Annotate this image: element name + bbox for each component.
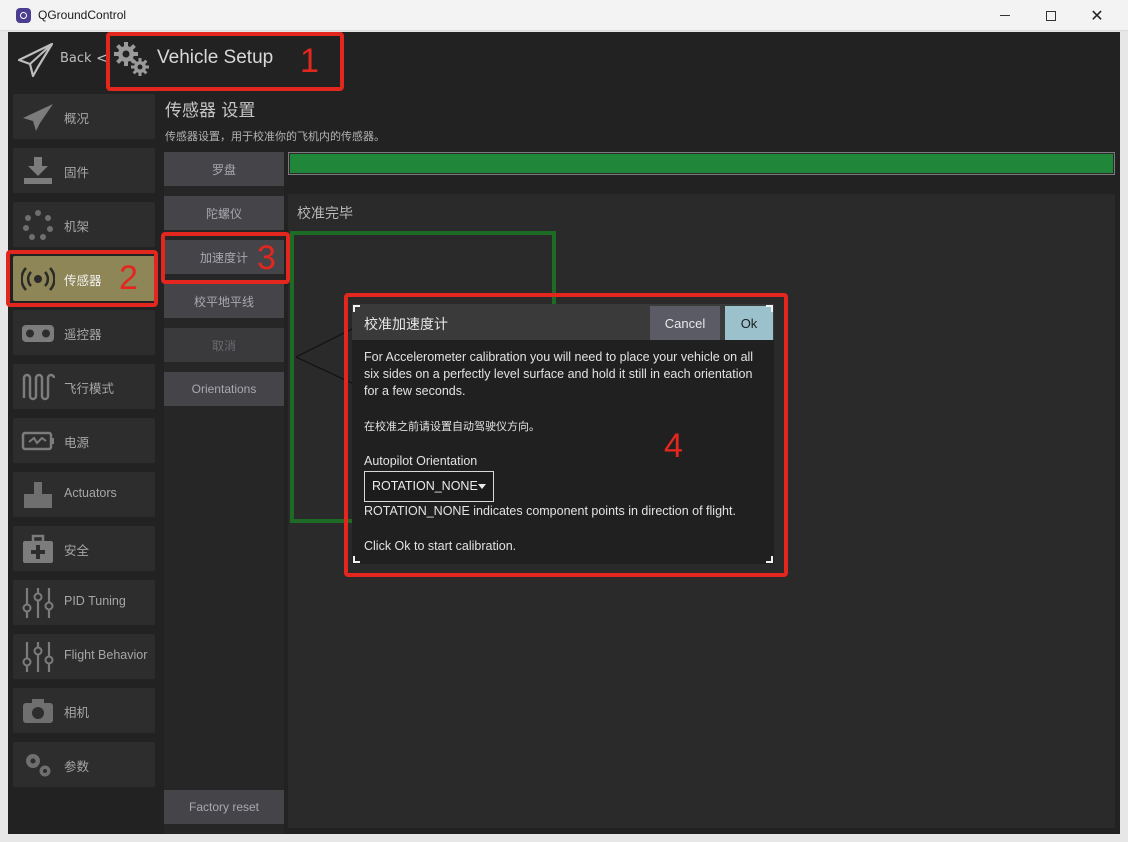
annotation-label-2: 2 xyxy=(119,259,138,297)
minimize-button[interactable] xyxy=(982,0,1028,31)
orientations-button[interactable]: Orientations xyxy=(164,372,284,406)
sidebar-item-label: 固件 xyxy=(64,166,90,180)
sidebar-item-label: 参数 xyxy=(64,760,90,774)
annotation-label-4: 4 xyxy=(664,427,683,465)
sidebar-item-firmware[interactable]: 固件 xyxy=(13,148,155,193)
sliders-icon xyxy=(22,588,54,618)
window-title: QGroundControl xyxy=(38,8,127,22)
sidebar-item-label: 安全 xyxy=(64,544,90,558)
radio-icon xyxy=(22,325,54,342)
sidebar-item-label: Flight Behavior xyxy=(64,648,148,662)
sidebar-item-label: PID Tuning xyxy=(64,594,126,608)
setup-sidebar: 概况 固件 机架 传感器 遥控器 飞行模式 电源 Actuators 安全 PI… xyxy=(8,90,160,834)
gears-icon xyxy=(26,754,51,777)
close-icon: ✕ xyxy=(1090,5,1104,25)
sidebar-item-power[interactable]: 电源 xyxy=(13,418,155,463)
sidebar-item-actuators[interactable]: Actuators xyxy=(13,472,155,517)
factory-reset-button[interactable]: Factory reset xyxy=(164,790,284,824)
page-title: 传感器 设置 xyxy=(165,101,256,121)
paper-plane-icon[interactable] xyxy=(16,40,56,80)
level-horizon-button[interactable]: 校平地平线 xyxy=(164,284,284,318)
gyroscope-button[interactable]: 陀螺仪 xyxy=(164,196,284,230)
plane-icon xyxy=(23,104,53,131)
back-button[interactable]: Back xyxy=(60,51,92,66)
sidebar-item-label: 电源 xyxy=(64,436,90,450)
sidebar-item-airframe[interactable]: 机架 xyxy=(13,202,155,247)
sidebar-item-label: Actuators xyxy=(64,486,117,500)
airframe-icon xyxy=(23,210,53,240)
annotation-box-4 xyxy=(344,293,788,577)
download-icon xyxy=(24,157,52,184)
sidebar-item-label: 概况 xyxy=(64,112,90,126)
sidebar-item-label: 机架 xyxy=(64,220,90,234)
sliders-icon xyxy=(22,642,54,672)
minimize-icon xyxy=(1000,15,1010,16)
sidebar-item-label: 遥控器 xyxy=(64,328,102,342)
sidebar-item-summary[interactable]: 概况 xyxy=(13,94,155,139)
app-logo-icon xyxy=(16,8,31,23)
page-subtitle: 传感器设置，用于校准你的飞机内的传感器。 xyxy=(165,130,385,143)
sidebar-item-label: 飞行模式 xyxy=(64,382,115,396)
actuators-icon xyxy=(24,482,52,508)
calibration-progress-bar xyxy=(288,152,1115,175)
safety-icon xyxy=(23,534,53,563)
annotation-label-1: 1 xyxy=(300,42,319,80)
annotation-label-3: 3 xyxy=(257,239,276,277)
compass-button[interactable]: 罗盘 xyxy=(164,152,284,186)
flight-modes-icon xyxy=(22,373,55,401)
calibration-status: 校准完毕 xyxy=(297,206,353,222)
sidebar-item-safety[interactable]: 安全 xyxy=(13,526,155,571)
sidebar-item-flight-modes[interactable]: 飞行模式 xyxy=(13,364,155,409)
maximize-icon xyxy=(1046,10,1056,21)
camera-icon xyxy=(23,699,53,723)
calibration-progress-fill xyxy=(290,154,1113,173)
sidebar-item-parameters[interactable]: 参数 xyxy=(13,742,155,787)
sidebar-item-flight-behavior[interactable]: Flight Behavior xyxy=(13,634,155,679)
sidebar-item-label: 相机 xyxy=(64,706,90,720)
window-titlebar: QGroundControl ✕ xyxy=(0,0,1128,31)
sidebar-item-radio[interactable]: 遥控器 xyxy=(13,310,155,355)
power-icon xyxy=(21,431,54,451)
maximize-button[interactable] xyxy=(1028,0,1074,31)
sidebar-item-camera[interactable]: 相机 xyxy=(13,688,155,733)
sidebar-item-pid-tuning[interactable]: PID Tuning xyxy=(13,580,155,625)
close-button[interactable]: ✕ xyxy=(1074,0,1120,31)
cancel-calibration-button: 取消 xyxy=(164,328,284,362)
